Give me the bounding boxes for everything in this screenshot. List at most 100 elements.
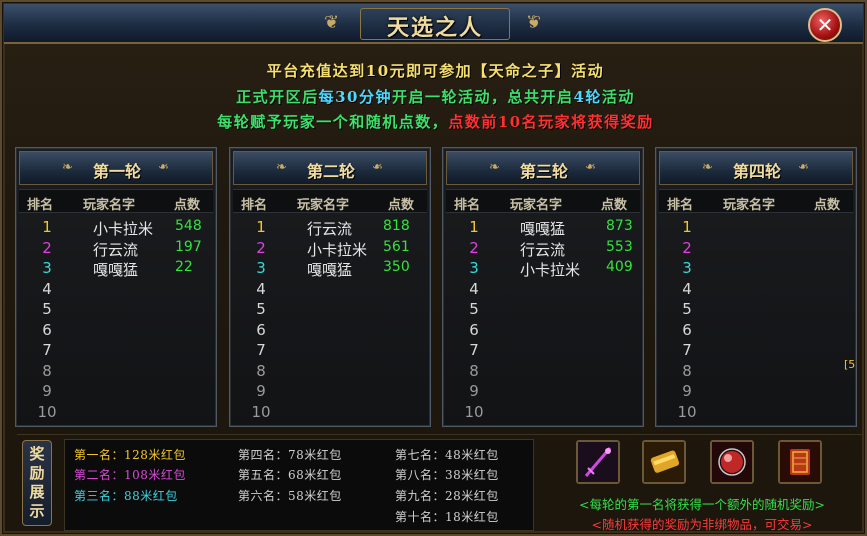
prize-rank-1: 第一名：128米红包 bbox=[74, 448, 186, 462]
player-name: 行云流 bbox=[307, 220, 353, 238]
right-ornament-icon: ❦ bbox=[526, 12, 542, 33]
prize-rank-3: 第三名：88米红包 bbox=[74, 489, 178, 503]
prize-rank-10: 第十名：18米红包 bbox=[395, 510, 499, 524]
notice-text: 活动 bbox=[601, 88, 635, 106]
ranking-row: 6 bbox=[446, 321, 640, 342]
rank-number: 9 bbox=[42, 382, 52, 400]
column-header-score: 点数 bbox=[601, 198, 628, 213]
ranking-row: 10 bbox=[19, 403, 213, 424]
player-name: 行云流 bbox=[520, 240, 566, 259]
notice-round-count: 4轮 bbox=[573, 88, 602, 106]
ranking-row: 1 行云流 818 bbox=[233, 218, 427, 239]
column-header-name: 玩家名字 bbox=[510, 198, 563, 213]
ranking-row: 6 bbox=[233, 321, 427, 342]
rank-number: 3 bbox=[682, 259, 692, 277]
rank-number: 7 bbox=[256, 341, 266, 359]
column-headers: 排名 玩家名字 点数 bbox=[659, 189, 853, 213]
rank-number: 1 bbox=[42, 218, 52, 236]
rank-number: 8 bbox=[469, 361, 479, 380]
prize-rank-7: 第七名：48米红包 bbox=[395, 448, 499, 462]
right-ornament-icon: ❧ bbox=[585, 160, 596, 175]
ranking-row: 5 bbox=[19, 300, 213, 321]
rank-number: 9 bbox=[256, 382, 266, 400]
column-headers: 排名 玩家名字 点数 bbox=[233, 189, 427, 213]
rank-number: 6 bbox=[469, 320, 479, 339]
rank-number: 10 bbox=[251, 402, 271, 421]
column-header-score: 点数 bbox=[174, 198, 201, 213]
reward-label: 奖 励 展 示 bbox=[22, 440, 52, 526]
trade-note: <随机获得的奖励为非绑物品，可交易> bbox=[591, 517, 813, 532]
rank-number: 10 bbox=[677, 402, 697, 421]
book-item-icon bbox=[780, 442, 820, 482]
player-name: 小卡拉米 bbox=[93, 220, 154, 238]
ranking-row: 5 bbox=[233, 300, 427, 321]
rank-number: 5 bbox=[256, 300, 266, 318]
ranking-row: 4 bbox=[446, 280, 640, 301]
ranking-list: 1 2 3 4 5 6 7 8 9 10 bbox=[659, 218, 853, 423]
round-header: ❧ 第三轮 ❧ bbox=[446, 151, 640, 185]
reward-label-char: 示 bbox=[29, 502, 45, 520]
column-header-rank: 排名 bbox=[27, 198, 54, 213]
rank-number: 7 bbox=[469, 341, 479, 359]
ranking-row: 8 bbox=[446, 362, 640, 383]
ranking-row: 2 小卡拉米 561 bbox=[233, 239, 427, 260]
reward-item-slot[interactable] bbox=[778, 440, 822, 484]
notice-text: 开启一轮活动，总共开启 bbox=[391, 88, 574, 106]
player-name: 嘎嘎猛 bbox=[307, 261, 353, 279]
ranking-row: 2 行云流 553 bbox=[446, 239, 640, 260]
rank-number: 7 bbox=[682, 341, 692, 359]
round-title: 第四轮 bbox=[732, 162, 781, 181]
ranking-row: 8 bbox=[19, 362, 213, 383]
column-header-name: 玩家名字 bbox=[83, 198, 136, 213]
column-headers: 排名 玩家名字 点数 bbox=[19, 189, 213, 213]
ranking-row: 9 bbox=[233, 382, 427, 403]
reward-item-slot[interactable] bbox=[576, 440, 620, 484]
round-panel: ❧ 第二轮 ❧ 排名 玩家名字 点数 1 行云流 818 2 小卡拉米 561 3 嘎嘎猛 350 4 5 6 7 8… bbox=[229, 147, 431, 427]
rank-number: 8 bbox=[42, 361, 52, 380]
round-header: ❧ 第一轮 ❧ bbox=[19, 151, 213, 185]
left-ornament-icon: ❦ bbox=[324, 12, 340, 33]
ranking-row: 1 嘎嘎猛 873 bbox=[446, 218, 640, 239]
round-panel: ❧ 第一轮 ❧ 排名 玩家名字 点数 1 小卡拉米 548 2 行云流 197 3 嘎嘎猛 22 4 5 6 7 8 9… bbox=[15, 147, 217, 427]
right-ornament-icon: ❧ bbox=[798, 160, 809, 175]
round-panel: ❧ 第三轮 ❧ 排名 玩家名字 点数 1 嘎嘎猛 873 2 行云流 553 3 小卡拉米 409 4 5 6 7 8… bbox=[442, 147, 644, 427]
rank-number: 4 bbox=[42, 279, 52, 298]
rank-number: 1 bbox=[256, 218, 266, 236]
player-score: 22 bbox=[175, 259, 193, 275]
tianxuan-window: ❦ 天选之人 ❦ ✕ 平台充值达到10元即可参加【天命之子】活动 正式开区后每3… bbox=[0, 0, 867, 536]
ranking-row: 3 bbox=[659, 259, 853, 280]
ranking-row: 10 bbox=[233, 403, 427, 424]
player-score: 561 bbox=[383, 238, 410, 255]
reward-item-slot[interactable] bbox=[642, 440, 686, 484]
prize-rank-6: 第六名：58米红包 bbox=[238, 489, 342, 503]
reward-item-slot[interactable] bbox=[710, 440, 754, 484]
rank-number: 6 bbox=[42, 320, 52, 339]
sword-item-icon bbox=[578, 442, 618, 482]
reward-label-char: 展 bbox=[29, 483, 45, 501]
prize-rank-5: 第五名：68米红包 bbox=[238, 468, 342, 482]
ranking-row: 4 bbox=[659, 280, 853, 301]
window-title: 天选之人 bbox=[386, 15, 483, 41]
prize-rank-4: 第四名：78米红包 bbox=[238, 448, 342, 462]
prize-rank-2: 第二名：108米红包 bbox=[74, 468, 186, 482]
prize-rank-8: 第八名：38米红包 bbox=[395, 468, 499, 482]
ranking-row: 10 bbox=[446, 403, 640, 424]
notice-text: 正式开区后 bbox=[236, 88, 319, 106]
round-panel: ❧ 第四轮 ❧ 排名 玩家名字 点数 1 2 3 4 5 6 7 8 9 10 bbox=[655, 147, 857, 427]
ranking-row: 5 bbox=[659, 300, 853, 321]
rank-number: 2 bbox=[256, 238, 266, 257]
rank-number: 4 bbox=[256, 279, 266, 298]
round-header: ❧ 第四轮 ❧ bbox=[659, 151, 853, 185]
player-name: 嘎嘎猛 bbox=[93, 261, 139, 279]
rank-number: 1 bbox=[682, 218, 692, 236]
close-button[interactable]: ✕ bbox=[808, 8, 842, 42]
ranking-row: 4 bbox=[19, 280, 213, 301]
rank-number: 7 bbox=[42, 341, 52, 359]
ranking-row: 4 bbox=[233, 280, 427, 301]
rank-number: 3 bbox=[256, 259, 266, 277]
reward-label-char: 奖 bbox=[29, 445, 45, 463]
ranking-row: 7 bbox=[233, 341, 427, 362]
ranking-row: 8 bbox=[659, 362, 853, 383]
edge-mark: [5 bbox=[844, 358, 856, 371]
ranking-row: 3 嘎嘎猛 350 bbox=[233, 259, 427, 280]
